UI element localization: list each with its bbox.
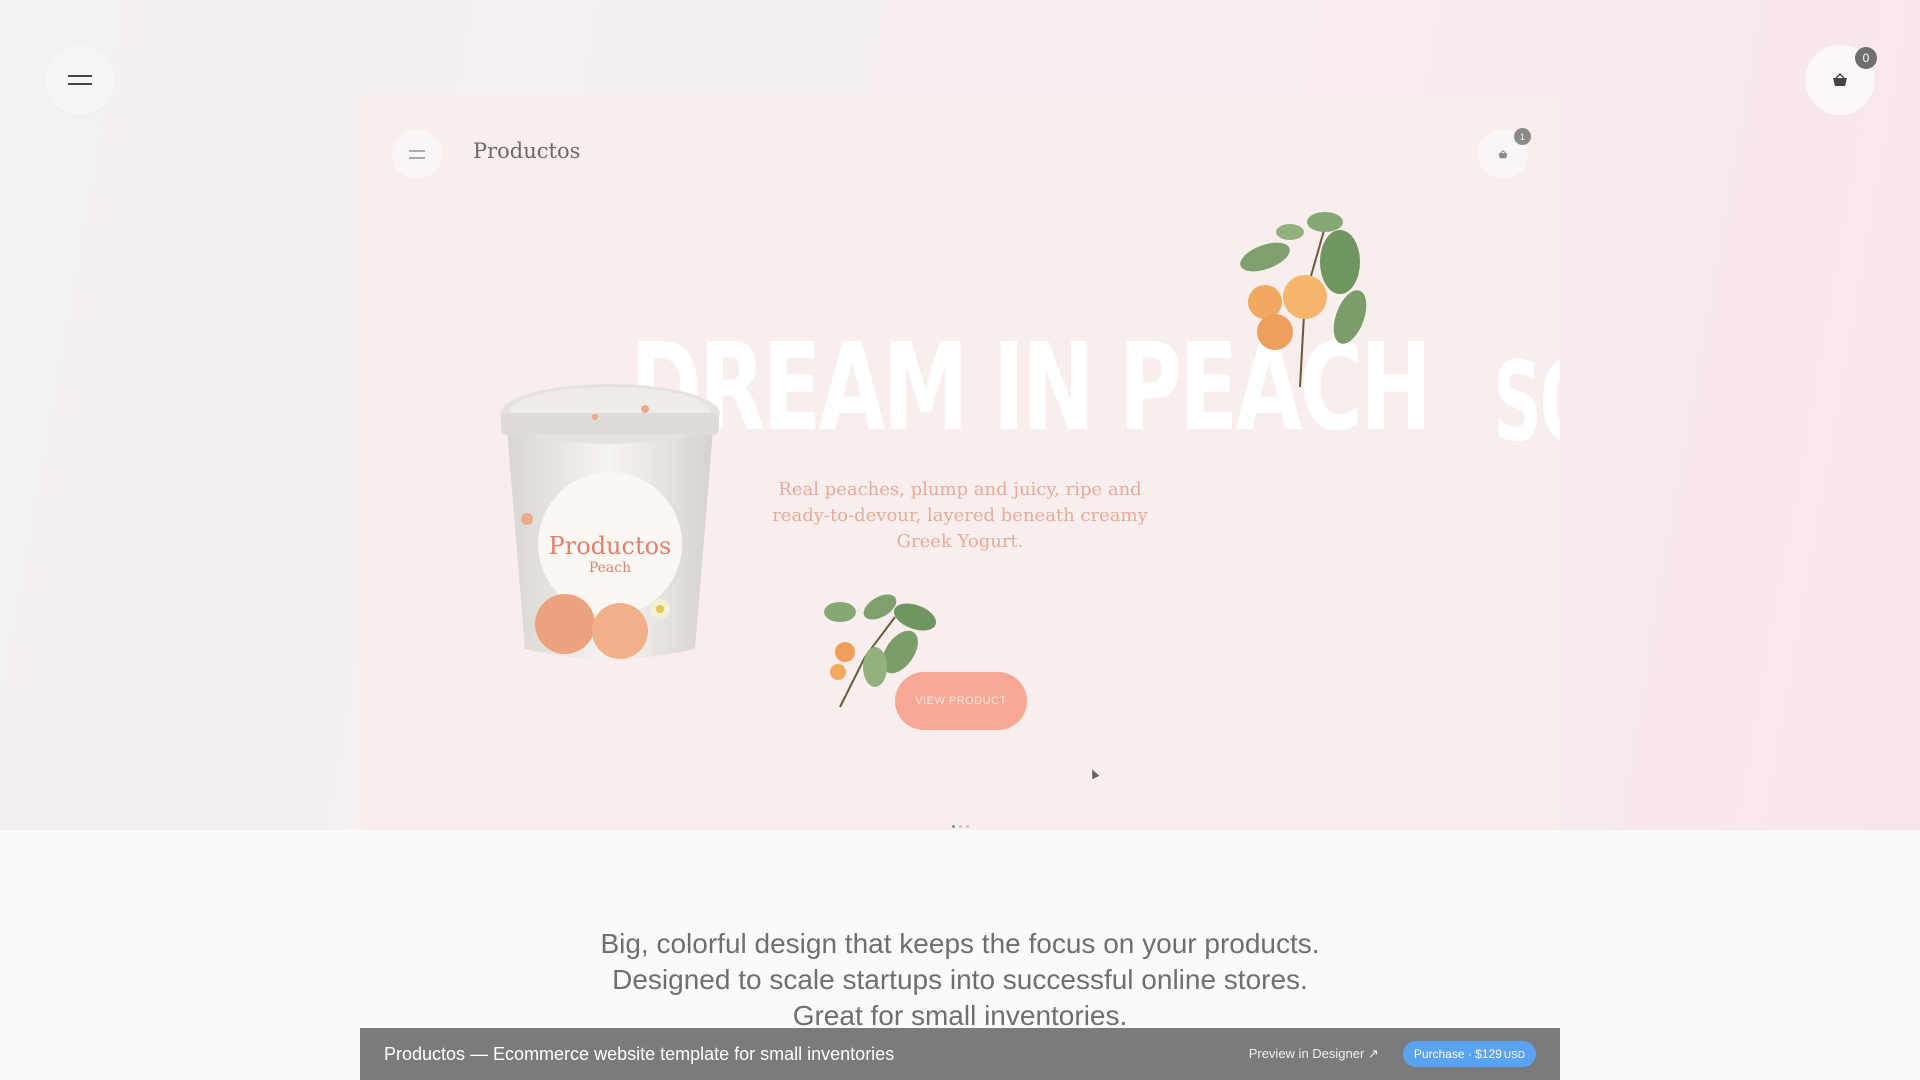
basket-icon (1833, 73, 1847, 86)
svg-text:Peach: Peach (589, 560, 631, 576)
svg-text:Productos: Productos (549, 532, 672, 560)
basket-icon (1498, 149, 1508, 158)
peach-branch-top-image (1240, 212, 1367, 387)
preview-cart-count-badge: 1 (1514, 128, 1531, 145)
mouse-cursor-icon (1088, 767, 1100, 780)
purchase-button[interactable]: Purchase · $129 USD (1402, 1041, 1536, 1067)
tagline-line: Designed to scale startups into successf… (612, 964, 1308, 995)
hamburger-icon (409, 149, 425, 159)
template-title: Productos — Ecommerce website template f… (384, 1043, 895, 1064)
cart-button[interactable]: 0 (1805, 45, 1877, 115)
hamburger-icon (68, 75, 92, 85)
slide-indicator[interactable] (952, 825, 969, 828)
preview-in-designer-link[interactable]: Preview in Designer ↗ (1249, 1046, 1379, 1062)
slide-dot[interactable] (959, 825, 962, 828)
slide-dot[interactable] (952, 825, 955, 828)
cart-count-badge: 0 (1855, 47, 1877, 69)
slide-dot[interactable] (966, 825, 969, 828)
tagline-line: Big, colorful design that keeps the focu… (600, 928, 1320, 959)
brand-logo[interactable]: Productos (473, 139, 580, 163)
currency-label: USD (1503, 1050, 1525, 1061)
tagline: Big, colorful design that keeps the focu… (360, 926, 1560, 1034)
view-product-button[interactable]: VIEW PRODUCT (895, 672, 1027, 730)
preview-menu-button[interactable] (392, 129, 442, 179)
purchase-label: Purchase · $129 (1413, 1047, 1502, 1061)
hero-description: Real peaches, plump and juicy, ripe and … (772, 479, 1148, 552)
preview-cart-button[interactable]: 1 (1478, 128, 1531, 179)
peach-yogurt-tub: Productos Peach (500, 384, 720, 659)
next-slide-headline: SO (1493, 338, 1560, 466)
menu-button[interactable] (45, 45, 115, 115)
template-preview: Productos 1 DREAM IN PEACH SO Productos … (360, 97, 1560, 830)
purchase-bar: Productos — Ecommerce website template f… (360, 1028, 1560, 1080)
